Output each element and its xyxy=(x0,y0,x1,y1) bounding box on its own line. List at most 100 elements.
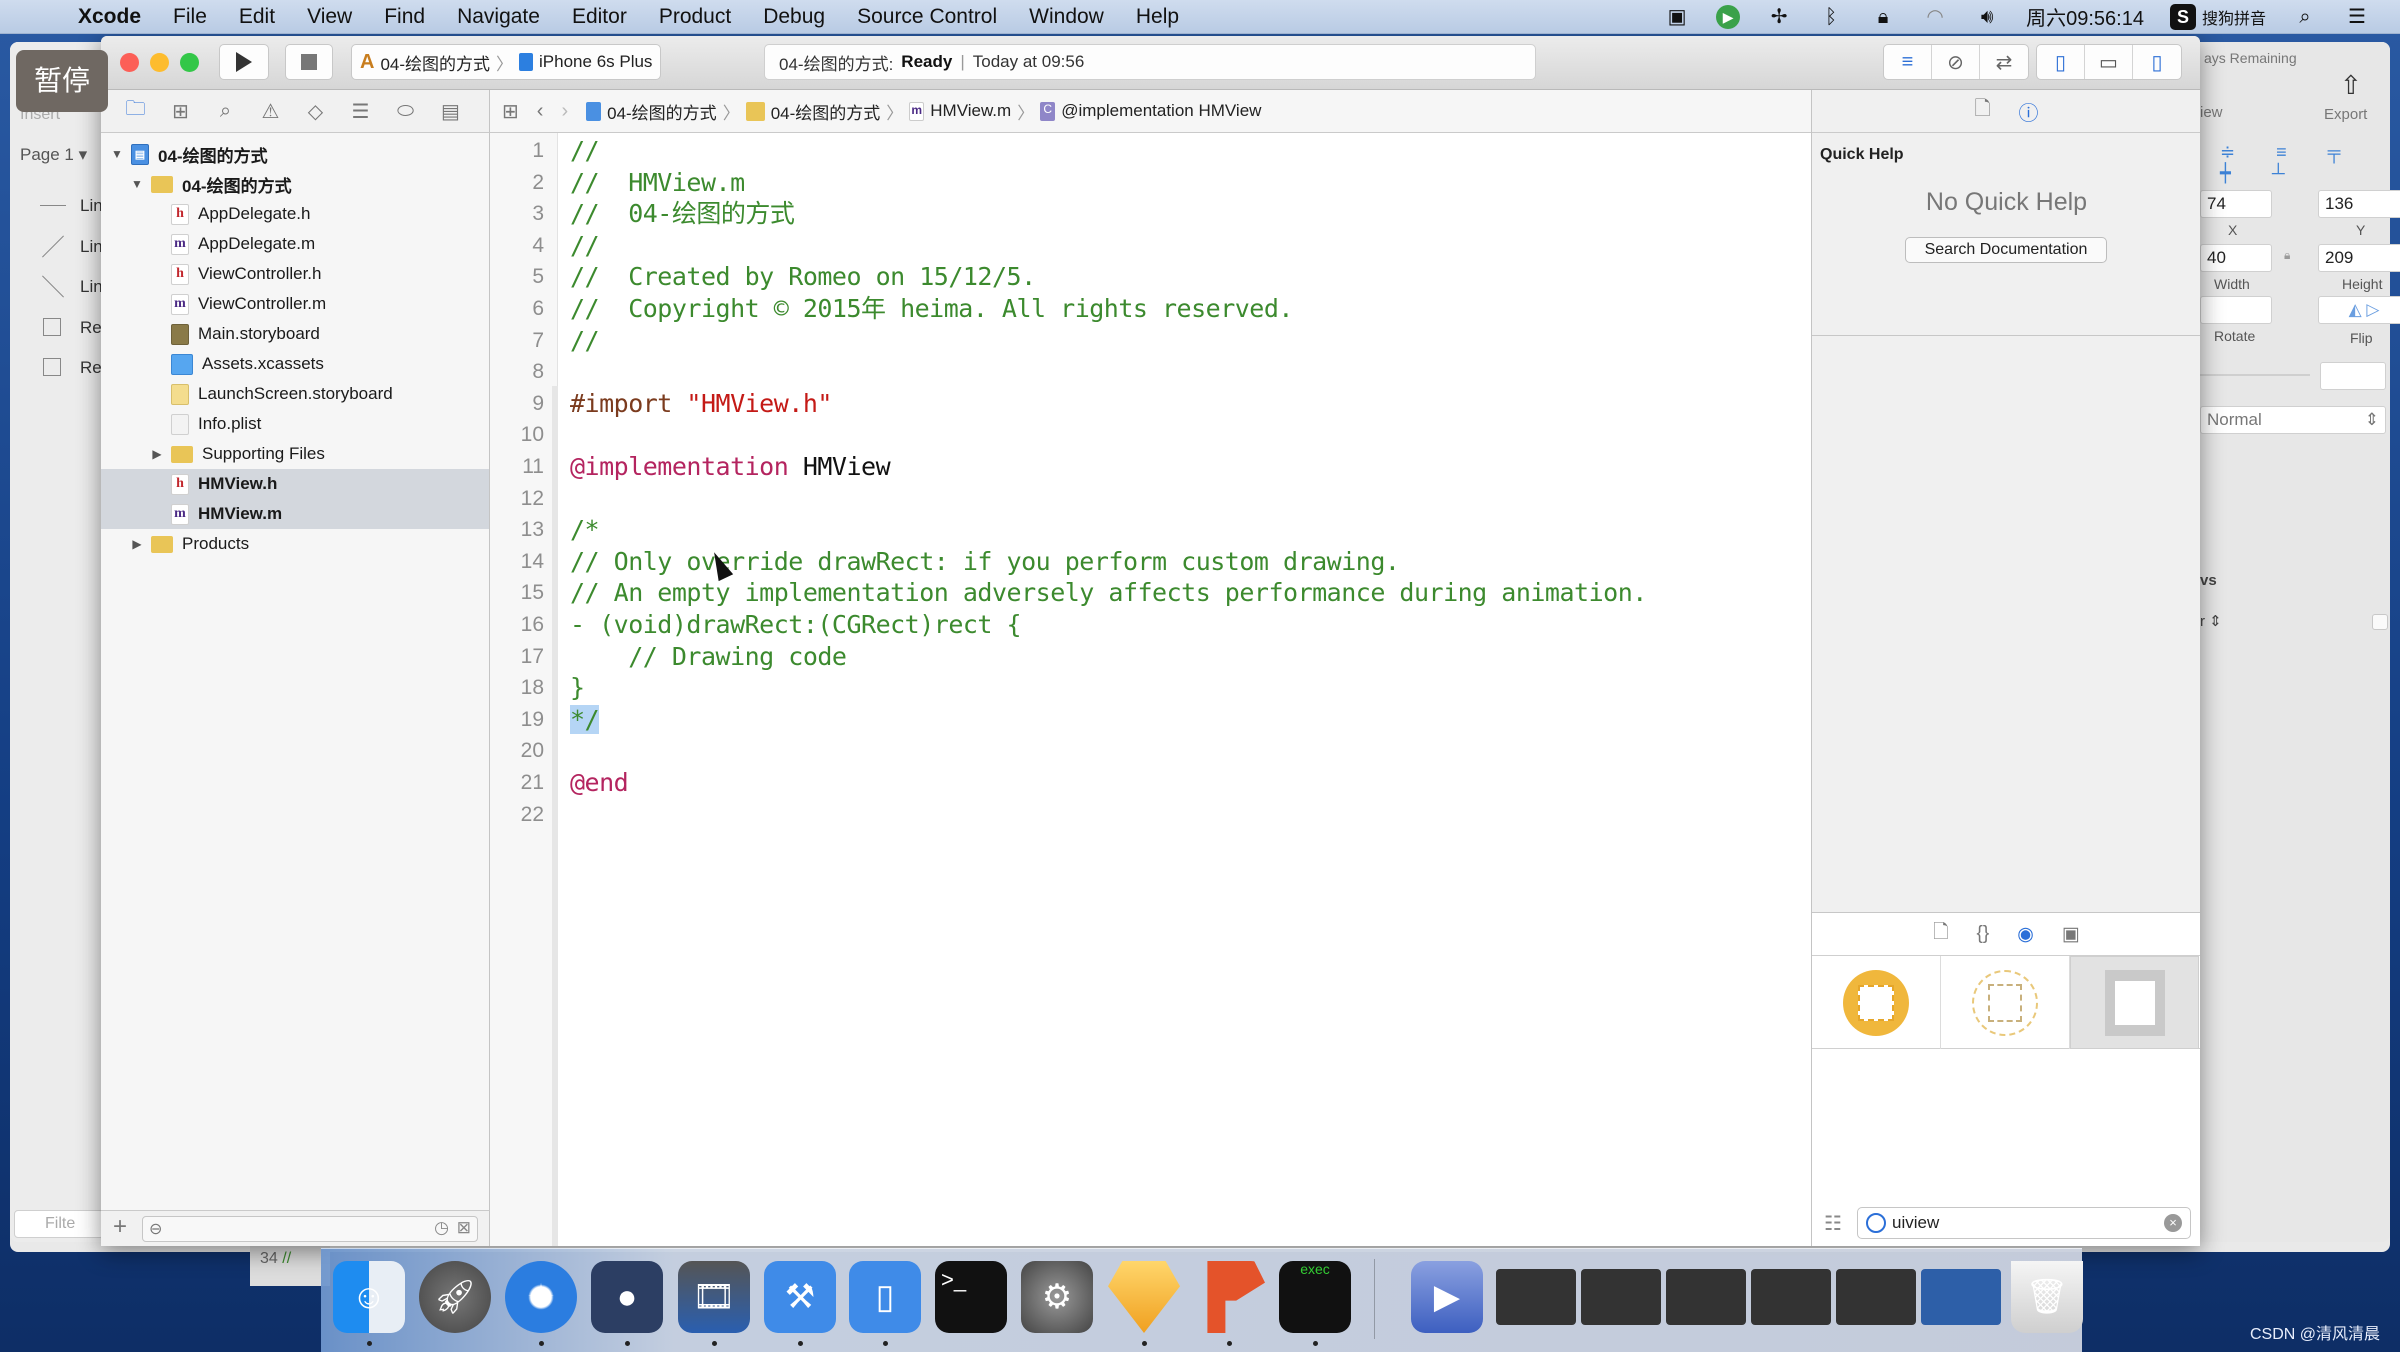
layer-filter-input[interactable]: Filte xyxy=(14,1210,104,1238)
tree-item[interactable]: ▼ 04-绘图的方式 xyxy=(101,169,489,199)
issue-navigator-icon[interactable]: ⚠︎ xyxy=(258,99,283,124)
export-icon[interactable]: ⇧ xyxy=(2340,70,2362,101)
scheme-selector[interactable]: A 04-绘图的方式 〉 iPhone 6s Plus xyxy=(351,44,661,80)
code-line[interactable]: 12 xyxy=(490,483,1811,515)
layer-row[interactable]: Lin xyxy=(40,196,103,216)
tree-item[interactable]: Main.storyboard xyxy=(101,319,489,349)
lock-ratio-icon[interactable]: 🔒︎ xyxy=(2284,248,2290,263)
library-search-field[interactable]: uiview × xyxy=(1857,1207,2191,1239)
debug-area-toggle-icon[interactable]: ▭ xyxy=(2085,45,2133,79)
menu-view[interactable]: View xyxy=(307,5,352,29)
assistant-editor-icon[interactable]: ⊘ xyxy=(1932,45,1980,79)
checkbox[interactable] xyxy=(2372,614,2388,630)
dock-screenshot-2-icon[interactable] xyxy=(1581,1269,1661,1325)
tree-item[interactable]: ▶ Products xyxy=(101,529,489,559)
library-item-visual-effect-view[interactable] xyxy=(2070,956,2199,1049)
quick-help-icon[interactable]: ⓘ xyxy=(2019,97,2039,126)
code-line[interactable]: 8 xyxy=(490,356,1811,388)
forward-icon[interactable]: › xyxy=(561,100,568,123)
volume-icon[interactable]: 🔊︎ xyxy=(1974,6,2000,28)
code-line[interactable]: 18} xyxy=(490,672,1811,704)
layer-row[interactable]: Lin xyxy=(40,235,103,258)
dock-screenshot-3-icon[interactable] xyxy=(1666,1269,1746,1325)
code-line[interactable]: 3 // 04-绘图的方式 xyxy=(490,198,1811,230)
width-field[interactable]: 40 xyxy=(2200,244,2272,272)
dock-trash-icon[interactable]: 🗑︎ xyxy=(2011,1261,2083,1333)
file-inspector-icon[interactable]: 🗋︎ xyxy=(1974,94,1990,128)
menu-find[interactable]: Find xyxy=(384,5,425,29)
navigator-toggle-icon[interactable]: ▯ xyxy=(2037,45,2085,79)
green-app-icon[interactable]: ▶ xyxy=(1716,4,1741,29)
dock-keynote-p-icon[interactable] xyxy=(1207,1261,1265,1333)
menu-file[interactable]: File xyxy=(173,5,207,29)
tree-item[interactable]: ▶ Supporting Files xyxy=(101,439,489,469)
close-button[interactable] xyxy=(120,53,139,72)
tree-item[interactable]: LaunchScreen.storyboard xyxy=(101,379,489,409)
code-snippet-library-icon[interactable]: {} xyxy=(1977,923,1990,945)
breadcrumb-file[interactable]: m HMView.m xyxy=(909,101,1011,121)
dock-safari-icon[interactable]: ✦ xyxy=(505,1261,577,1333)
layer-row[interactable]: Re xyxy=(40,358,102,378)
utilities-toggle-icon[interactable]: ▯ xyxy=(2133,45,2181,79)
minimize-button[interactable] xyxy=(150,53,169,72)
tree-item[interactable]: h AppDelegate.h xyxy=(101,199,489,229)
menu-debug[interactable]: Debug xyxy=(763,5,825,29)
dock-simulator-icon[interactable]: ▯ xyxy=(849,1261,921,1333)
disclosure-open-icon[interactable]: ▼ xyxy=(109,147,125,161)
page-selector[interactable]: Page 1 ▾ xyxy=(20,145,87,165)
wifi-icon[interactable]: ◠ xyxy=(1922,6,1948,28)
code-line[interactable]: 21 @end xyxy=(490,767,1811,799)
clear-search-icon[interactable]: × xyxy=(2164,1214,2182,1232)
bluetooth-icon[interactable]: ᛒ xyxy=(1818,6,1844,28)
dock-mouse-icon[interactable]: ● xyxy=(591,1261,663,1333)
dock-screenshot-5-icon[interactable] xyxy=(1836,1269,1916,1325)
layer-row[interactable]: Lin xyxy=(40,275,103,298)
opacity-slider[interactable] xyxy=(2200,374,2310,376)
tree-item[interactable]: Assets.xcassets xyxy=(101,349,489,379)
tree-item[interactable]: ▼ ▤ 04-绘图的方式 xyxy=(101,139,489,169)
zoom-button[interactable] xyxy=(180,53,199,72)
dock-sketch-icon[interactable] xyxy=(1108,1261,1180,1333)
object-library-icon[interactable]: ◉ xyxy=(2017,923,2034,946)
code-line[interactable]: 7 // xyxy=(490,325,1811,357)
y-field[interactable]: 136 xyxy=(2318,190,2400,218)
code-line[interactable]: 14 // Only override drawRect: if you perf… xyxy=(490,546,1811,578)
library-item-container-view[interactable] xyxy=(1941,956,2070,1049)
dock-screenshot-4-icon[interactable] xyxy=(1751,1269,1831,1325)
test-navigator-icon[interactable]: ◇ xyxy=(303,99,328,124)
code-line[interactable]: 11 @implementation HMView xyxy=(490,451,1811,483)
row-fragment[interactable]: r ⇕ xyxy=(2200,612,2222,630)
menu-xcode[interactable]: Xcode xyxy=(78,5,141,29)
clock[interactable]: 周六09:56:14 xyxy=(2026,2,2144,31)
dock-xcode-icon[interactable]: ⚒︎ xyxy=(764,1261,836,1333)
tree-item[interactable]: m HMView.m xyxy=(101,499,489,529)
code-line[interactable]: 15 // An empty implementation adversely a… xyxy=(490,577,1811,609)
menu-editor[interactable]: Editor xyxy=(572,5,627,29)
code-line[interactable]: 19 */ xyxy=(490,704,1811,736)
dock-console-exec-icon[interactable]: exec xyxy=(1279,1261,1351,1333)
run-button[interactable] xyxy=(219,44,269,80)
code-line[interactable]: 20 xyxy=(490,735,1811,767)
search-documentation-button[interactable]: Search Documentation xyxy=(1905,237,2107,263)
opacity-field[interactable] xyxy=(2320,362,2386,390)
height-field[interactable]: 209 xyxy=(2318,244,2400,272)
report-navigator-icon[interactable]: ▤ xyxy=(438,99,463,124)
stop-button[interactable] xyxy=(285,44,333,80)
media-library-icon[interactable]: ▣ xyxy=(2062,923,2080,946)
code-line[interactable]: 10 xyxy=(490,419,1811,451)
lock-icon[interactable]: 🔒︎ xyxy=(1870,6,1896,28)
tree-item[interactable]: m ViewController.m xyxy=(101,289,489,319)
file-template-library-icon[interactable]: 🗋︎ xyxy=(1933,918,1948,950)
export-label[interactable]: Export xyxy=(2324,106,2367,123)
dock-photo-booth-icon[interactable]: 🎞︎ xyxy=(678,1261,750,1333)
disclosure-closed-icon[interactable]: ▶ xyxy=(149,447,165,461)
source-editor[interactable]: 1 // 2 // HMView.m 3 // 04-绘图的方式 4 // 5 // Create… xyxy=(490,133,1811,1246)
screen-record-icon[interactable]: ▣ xyxy=(1664,6,1690,28)
code-line[interactable]: 5 // Created by Romeo on 15/12/5. xyxy=(490,261,1811,293)
breadcrumb-project[interactable]: 04-绘图的方式 xyxy=(586,99,717,124)
add-icon[interactable]: + xyxy=(113,1213,127,1241)
dock-system-preferences-icon[interactable]: ⚙︎ xyxy=(1021,1261,1093,1333)
pause-badge[interactable]: 暂停 xyxy=(16,50,108,112)
standard-editor-icon[interactable]: ≡ xyxy=(1884,45,1932,79)
dock-launchpad-icon[interactable]: 🚀︎ xyxy=(419,1261,491,1333)
